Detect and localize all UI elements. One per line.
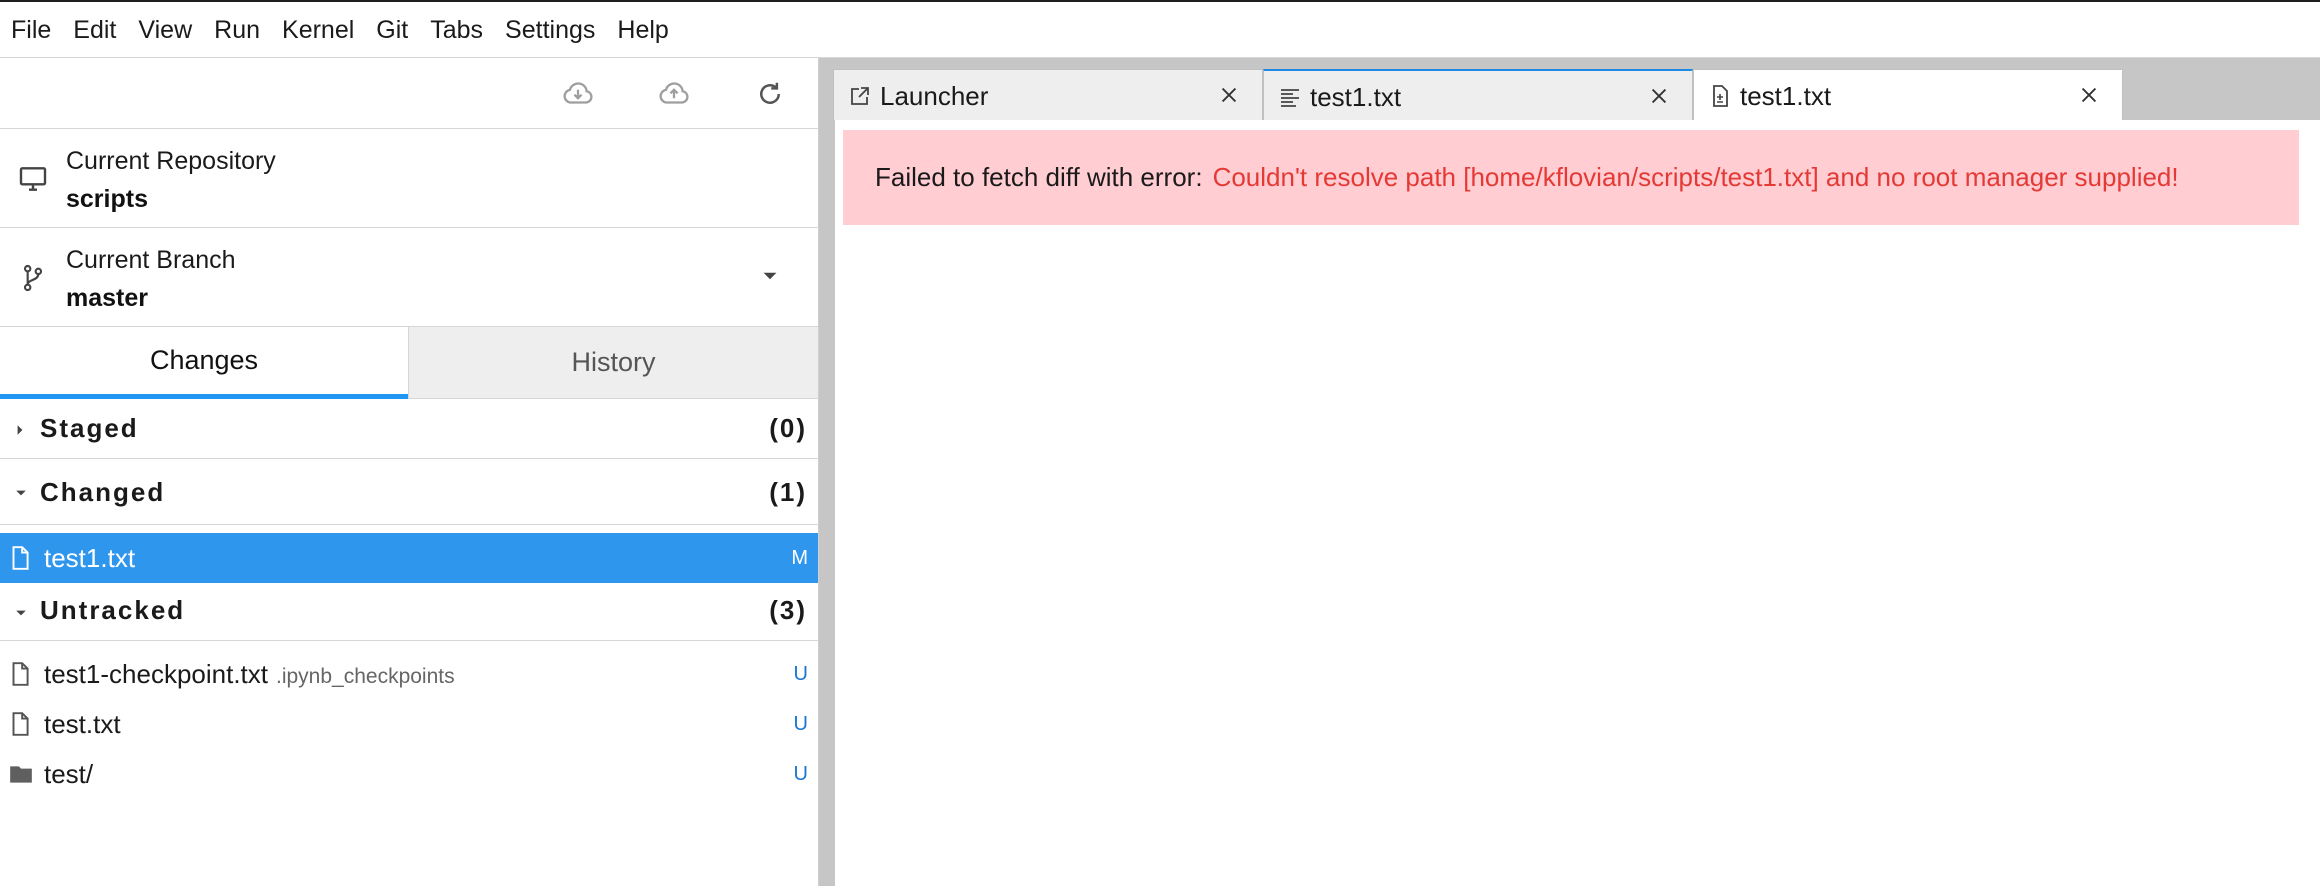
refresh-icon (760, 82, 780, 104)
tab-text-file[interactable]: test1.txt (1263, 69, 1693, 120)
cloud-upload-icon (659, 82, 689, 104)
untracked-file-row[interactable]: test1-checkpoint.txt .ipynb_checkpoints U (0, 649, 818, 699)
menu-git[interactable]: Git (365, 2, 419, 58)
cloud-download-icon (563, 82, 593, 104)
desktop-icon (17, 163, 49, 195)
menu-file[interactable]: File (0, 2, 62, 58)
file-icon (7, 711, 33, 737)
caret-down-icon (14, 487, 28, 499)
pull-button[interactable] (560, 76, 596, 112)
current-repository[interactable]: Current Repository scripts (0, 129, 818, 228)
close-icon[interactable] (1218, 84, 1240, 106)
push-button[interactable] (656, 76, 692, 112)
menu-edit[interactable]: Edit (62, 2, 127, 58)
file-status: M (791, 547, 808, 569)
staged-count: (0) (769, 413, 807, 443)
document-tab-bar: Launcher test1.txt test1.txt (819, 58, 2320, 121)
tab-launcher[interactable]: Launcher (833, 69, 1263, 120)
tab-changes[interactable]: Changes (0, 327, 408, 399)
file-name: test1.txt (44, 543, 136, 573)
launcher-icon (848, 84, 872, 108)
menu-view[interactable]: View (127, 2, 203, 58)
repository-label: Current Repository (66, 147, 276, 175)
main-area: Launcher test1.txt test1.txt Failed to f… (819, 58, 2320, 886)
panel-tabs: Changes History (0, 327, 818, 399)
file-status: U (793, 663, 808, 685)
tab-label: test1.txt (1310, 82, 1402, 112)
error-message: Couldn't resolve path [home/kflovian/scr… (1212, 162, 2179, 192)
file-name: test1-checkpoint.txt (44, 659, 268, 689)
file-icon (7, 661, 33, 687)
branch-name: master (66, 284, 148, 312)
branch-label: Current Branch (66, 246, 236, 274)
error-banner: Failed to fetch diff with error: Couldn'… (843, 130, 2299, 225)
untracked-section-header[interactable]: Untracked (3) (0, 583, 818, 641)
text-file-icon (1278, 85, 1302, 109)
menu-tabs[interactable]: Tabs (419, 2, 494, 58)
changed-count: (1) (769, 477, 807, 507)
untracked-file-row[interactable]: test.txt U (0, 699, 818, 749)
tab-label: Launcher (880, 81, 989, 111)
untracked-label: Untracked (40, 595, 186, 625)
file-path: .ipynb_checkpoints (276, 665, 455, 688)
changed-file-row[interactable]: test1.txt M (0, 533, 818, 583)
changed-section-header[interactable]: Changed (1) (0, 459, 818, 525)
menu-settings[interactable]: Settings (494, 2, 606, 58)
refresh-button[interactable] (752, 76, 788, 112)
repository-name: scripts (66, 185, 148, 213)
file-name: test.txt (44, 709, 121, 739)
staged-label: Staged (40, 413, 139, 443)
tab-diff-file[interactable]: test1.txt (1693, 69, 2123, 121)
menu-bar: File Edit View Run Kernel Git Tabs Setti… (0, 0, 2320, 58)
diff-file-icon (1708, 84, 1732, 108)
folder-icon (7, 761, 35, 787)
staged-section-header[interactable]: Staged (0) (0, 399, 818, 459)
file-status: U (793, 763, 808, 785)
tab-label: test1.txt (1740, 81, 1832, 111)
diff-content: Failed to fetch diff with error: Couldn'… (835, 120, 2320, 886)
current-branch[interactable]: Current Branch master (0, 228, 818, 327)
branch-icon (17, 262, 49, 294)
git-panel: Current Repository scripts Current Branc… (0, 58, 819, 886)
menu-run[interactable]: Run (203, 2, 271, 58)
changed-label: Changed (40, 477, 166, 507)
caret-right-icon (14, 423, 26, 437)
untracked-count: (3) (769, 595, 807, 625)
tab-history[interactable]: History (408, 327, 818, 399)
menu-kernel[interactable]: Kernel (271, 2, 365, 58)
close-icon[interactable] (2078, 84, 2100, 106)
caret-down-icon (14, 607, 28, 619)
git-toolbar (0, 58, 818, 129)
file-name: test/ (44, 759, 94, 789)
menu-help[interactable]: Help (606, 2, 679, 58)
untracked-file-row[interactable]: test/ U (0, 749, 818, 799)
error-prefix: Failed to fetch diff with error: (875, 162, 1203, 192)
file-icon (7, 545, 33, 571)
file-status: U (793, 713, 808, 735)
chevron-down-icon[interactable] (762, 268, 778, 284)
file-name-wrap: test1-checkpoint.txt .ipynb_checkpoints (44, 659, 455, 690)
close-icon[interactable] (1648, 85, 1670, 107)
